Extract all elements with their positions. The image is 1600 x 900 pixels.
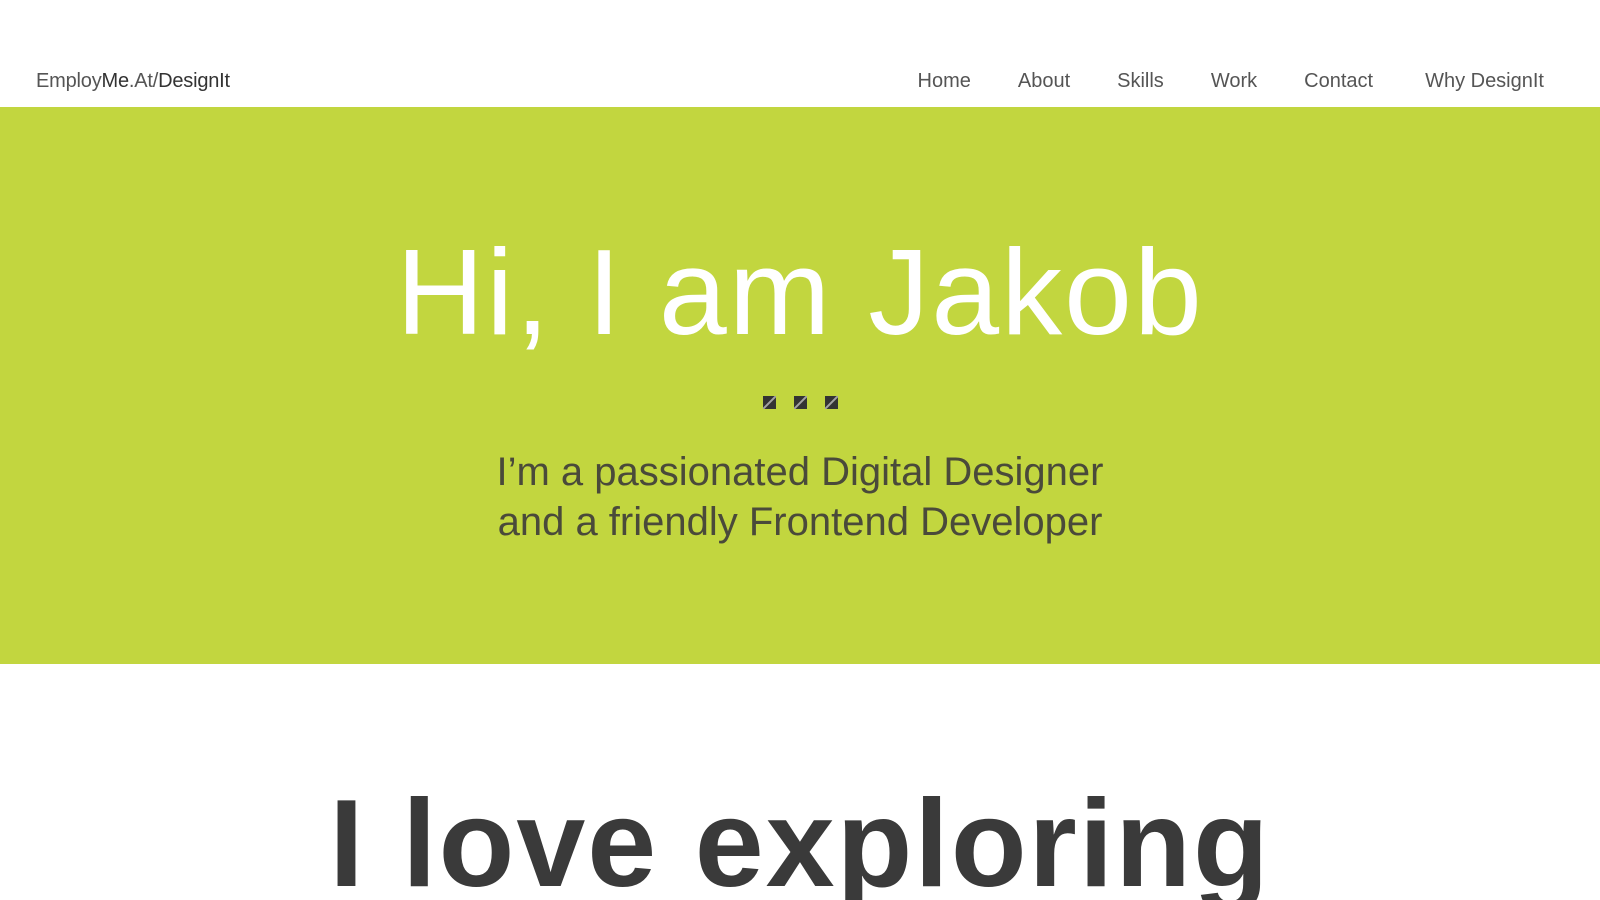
hero-subtitle-line-1: I’m a passionated Digital Designer (496, 450, 1104, 494)
nav-why-designit[interactable]: Why DesignIt (1425, 70, 1544, 93)
page: EmployMe.At/DesignIt Home About Skills W… (0, 0, 1600, 900)
hero-subtitle-line-2: and a friendly Frontend Developer (497, 500, 1103, 544)
nav-contact[interactable]: Contact (1304, 70, 1373, 93)
nav-about[interactable]: About (1018, 70, 1070, 93)
nav-skills[interactable]: Skills (1117, 70, 1164, 93)
section-heading: I love exploring (329, 775, 1271, 900)
top-header: EmployMe.At/DesignIt Home About Skills W… (0, 0, 1600, 107)
logo-part-me: Me (101, 70, 130, 92)
hero-subtitle: I’m a passionated Digital Designer and a… (0, 447, 1600, 547)
hero-divider (0, 396, 1600, 409)
divider-square-icon (793, 396, 807, 409)
main-nav: Home About Skills Work Contact Why Desig… (871, 70, 1544, 93)
hero-section: Hi, I am Jakob I’m a passionated Digital… (0, 107, 1600, 664)
logo-part-employ: Employ (36, 70, 102, 92)
logo-part-designit: DesignIt (158, 70, 230, 92)
divider-square-icon (762, 396, 776, 409)
divider-square-icon (824, 396, 838, 409)
nav-home[interactable]: Home (918, 70, 971, 93)
logo-part-at: .At/ (128, 70, 159, 92)
hero-title: Hi, I am Jakob (396, 224, 1204, 360)
nav-work[interactable]: Work (1211, 70, 1257, 93)
site-logo[interactable]: EmployMe.At/DesignIt (36, 70, 230, 93)
